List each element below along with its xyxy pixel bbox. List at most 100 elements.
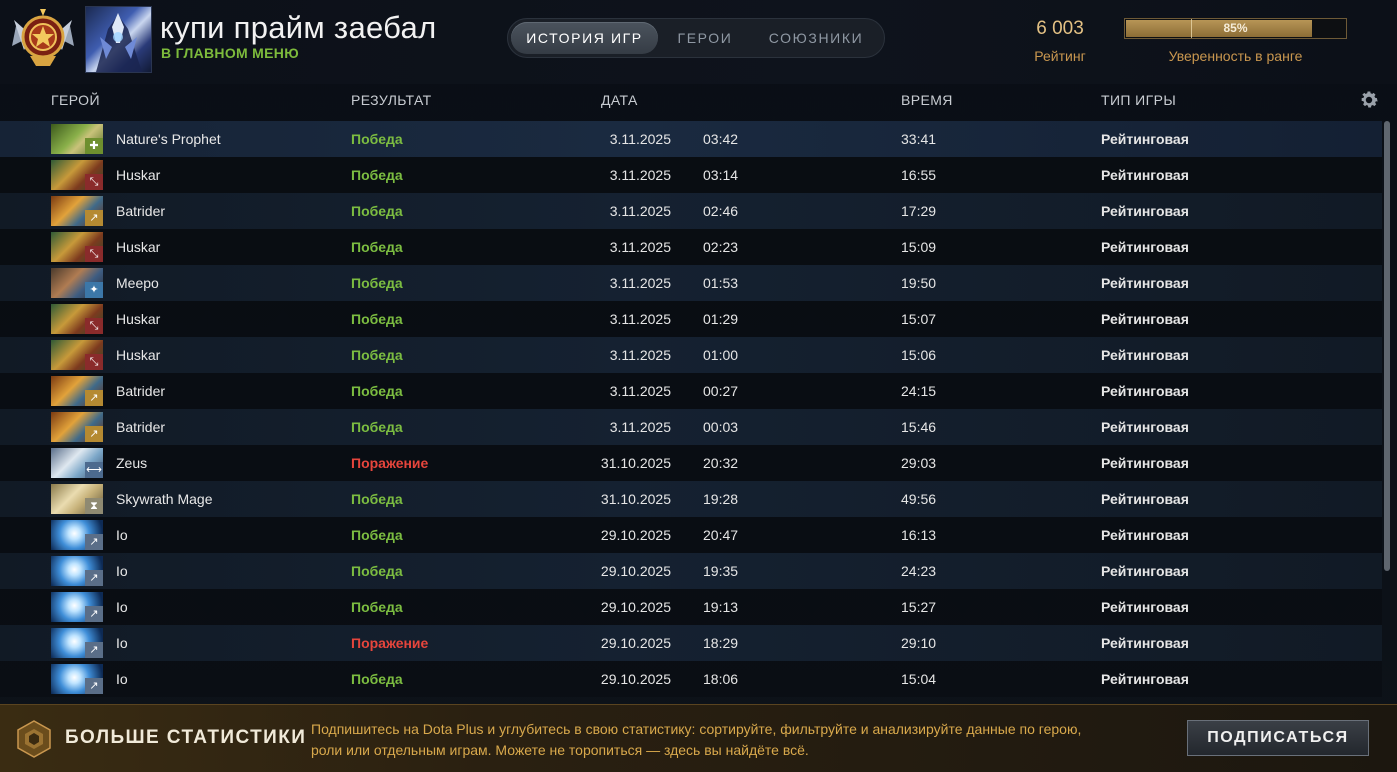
hero-name: Batrider	[116, 203, 166, 219]
match-row[interactable]: ⤡ Huskar Победа 3.11.2025 01:00 15:06 Рейтинго…	[0, 337, 1382, 373]
match-row[interactable]: ↗ Batrider Победа 3.11.2025 00:27 24:15 Рейтин…	[0, 373, 1382, 409]
tab-match-history[interactable]: ИСТОРИЯ ИГР	[511, 22, 658, 54]
game-type: Рейтинговая	[1101, 491, 1189, 507]
match-row[interactable]: ⤡ Huskar Победа 3.11.2025 03:14 16:55 Рейтинго…	[0, 157, 1382, 193]
match-duration: 17:29	[901, 203, 937, 219]
match-result: Победа	[351, 491, 403, 507]
hero-portrait: ↗	[51, 628, 103, 658]
hero-portrait: ↗	[51, 412, 103, 442]
match-date: 3.11.2025	[609, 239, 671, 255]
match-result: Победа	[351, 203, 403, 219]
match-duration: 24:15	[901, 383, 937, 399]
match-row[interactable]: ↗ Io Победа 29.10.2025 20:47 16:13 Рейтинговая	[0, 517, 1382, 553]
column-header-result[interactable]: РЕЗУЛЬТАТ	[351, 92, 432, 108]
match-start-time: 02:23	[703, 239, 739, 255]
player-status: В ГЛАВНОМ МЕНЮ	[161, 45, 299, 61]
hero-name: Io	[116, 599, 128, 615]
hero-name: Nature's Prophet	[116, 131, 221, 147]
match-row[interactable]: ✦ Meepo Победа 3.11.2025 01:53 19:50 Рейтингов…	[0, 265, 1382, 301]
game-type: Рейтинговая	[1101, 311, 1189, 327]
player-avatar[interactable]	[85, 6, 152, 73]
match-start-time: 01:29	[703, 311, 739, 327]
match-row[interactable]: ↗ Io Победа 29.10.2025 19:35 24:23 Рейтинговая	[0, 553, 1382, 589]
match-result: Победа	[351, 383, 403, 399]
hero-portrait: ⤡	[51, 340, 103, 370]
hero-name: Batrider	[116, 419, 166, 435]
match-duration: 15:07	[901, 311, 937, 327]
hard-support-role-icon: ⧗	[85, 498, 103, 514]
match-row[interactable]: ✚ Nature's Prophet Победа 3.11.2025 03:42 33:…	[0, 121, 1382, 157]
match-date: 3.11.2025	[609, 275, 671, 291]
match-start-time: 19:35	[703, 563, 739, 579]
match-date: 3.11.2025	[609, 311, 671, 327]
match-row[interactable]: ↗ Batrider Победа 3.11.2025 00:03 15:46 Рейтин…	[0, 409, 1382, 445]
subscribe-button[interactable]: ПОДПИСАТЬСЯ	[1187, 720, 1369, 756]
hero-portrait: ✚	[51, 124, 103, 154]
match-start-time: 20:47	[703, 527, 739, 543]
column-header-duration[interactable]: ВРЕМЯ	[901, 92, 953, 108]
hero-portrait: ↗	[51, 196, 103, 226]
match-row[interactable]: ⤡ Huskar Победа 3.11.2025 01:29 15:07 Рейтинго…	[0, 301, 1382, 337]
hero-portrait: ↗	[51, 556, 103, 586]
column-header-hero[interactable]: ГЕРОЙ	[51, 92, 100, 108]
match-result: Победа	[351, 167, 403, 183]
gear-icon[interactable]	[1358, 89, 1380, 111]
column-header-game-type[interactable]: ТИП ИГРЫ	[1101, 92, 1176, 108]
tab-allies[interactable]: СОЮЗНИКИ	[752, 22, 880, 54]
match-result: Победа	[351, 239, 403, 255]
profile-tabs: ИСТОРИЯ ИГР ГЕРОИ СОЮЗНИКИ	[507, 18, 885, 58]
match-start-time: 01:00	[703, 347, 739, 363]
game-type: Рейтинговая	[1101, 671, 1189, 687]
mid-role-icon: ↗	[85, 390, 103, 406]
hero-name: Io	[116, 527, 128, 543]
match-start-time: 19:28	[703, 491, 739, 507]
hero-portrait: ↗	[51, 664, 103, 694]
match-row[interactable]: ⤡ Huskar Победа 3.11.2025 02:23 15:09 Рейтинго…	[0, 229, 1382, 265]
column-header-date[interactable]: ДАТА	[601, 92, 638, 108]
hero-portrait: ↗	[51, 520, 103, 550]
tab-heroes[interactable]: ГЕРОИ	[661, 22, 749, 54]
match-row[interactable]: ↗ Io Победа 29.10.2025 19:13 15:27 Рейтинговая	[0, 589, 1382, 625]
match-result: Победа	[351, 419, 403, 435]
match-row[interactable]: ↗ Io Поражение 29.10.2025 18:29 29:10 Рейтинго…	[0, 625, 1382, 661]
player-name: купи прайм заебал	[160, 10, 437, 45]
mid-role-icon: ↗	[85, 606, 103, 622]
match-date: 3.11.2025	[609, 167, 671, 183]
game-type: Рейтинговая	[1101, 419, 1189, 435]
hero-name: Huskar	[116, 239, 161, 255]
hero-portrait: ↗	[51, 376, 103, 406]
hero-portrait: ⧗	[51, 484, 103, 514]
match-duration: 15:46	[901, 419, 937, 435]
hero-portrait: ⤡	[51, 304, 103, 334]
match-duration: 19:50	[901, 275, 937, 291]
game-type: Рейтинговая	[1101, 347, 1189, 363]
game-type: Рейтинговая	[1101, 563, 1189, 579]
match-date: 31.10.2025	[600, 491, 671, 507]
match-duration: 33:41	[901, 131, 937, 147]
match-duration: 29:10	[901, 635, 937, 651]
hero-name: Huskar	[116, 167, 161, 183]
match-duration: 16:13	[901, 527, 937, 543]
mid-role-icon: ↗	[85, 678, 103, 694]
scrollbar[interactable]	[1384, 121, 1390, 571]
match-start-time: 03:14	[703, 167, 739, 183]
match-date: 3.11.2025	[609, 203, 671, 219]
match-row[interactable]: ⟷ Zeus Поражение 31.10.2025 20:32 29:03 Рейтин…	[0, 445, 1382, 481]
match-date: 3.11.2025	[609, 347, 671, 363]
match-date: 29.10.2025	[600, 635, 671, 651]
match-date: 3.11.2025	[609, 419, 671, 435]
hero-name: Zeus	[116, 455, 148, 471]
match-row[interactable]: ↗ Batrider Победа 3.11.2025 02:46 17:29 Рейтин…	[0, 193, 1382, 229]
match-start-time: 18:29	[703, 635, 739, 651]
match-result: Победа	[351, 131, 403, 147]
mid-role-icon: ↗	[85, 642, 103, 658]
hero-name: Skywrath Mage	[116, 491, 213, 507]
match-start-time: 18:06	[703, 671, 739, 687]
match-row[interactable]: ↗ Io Победа 29.10.2025 18:06 15:04 Рейтинговая	[0, 661, 1382, 697]
match-row[interactable]: ⧗ Skywrath Mage Победа 31.10.2025 19:28 49:56…	[0, 481, 1382, 517]
match-duration: 49:56	[901, 491, 937, 507]
match-duration: 15:09	[901, 239, 937, 255]
match-date: 29.10.2025	[600, 671, 671, 687]
rating-label: Рейтинг	[1034, 48, 1086, 64]
game-type: Рейтинговая	[1101, 383, 1189, 399]
